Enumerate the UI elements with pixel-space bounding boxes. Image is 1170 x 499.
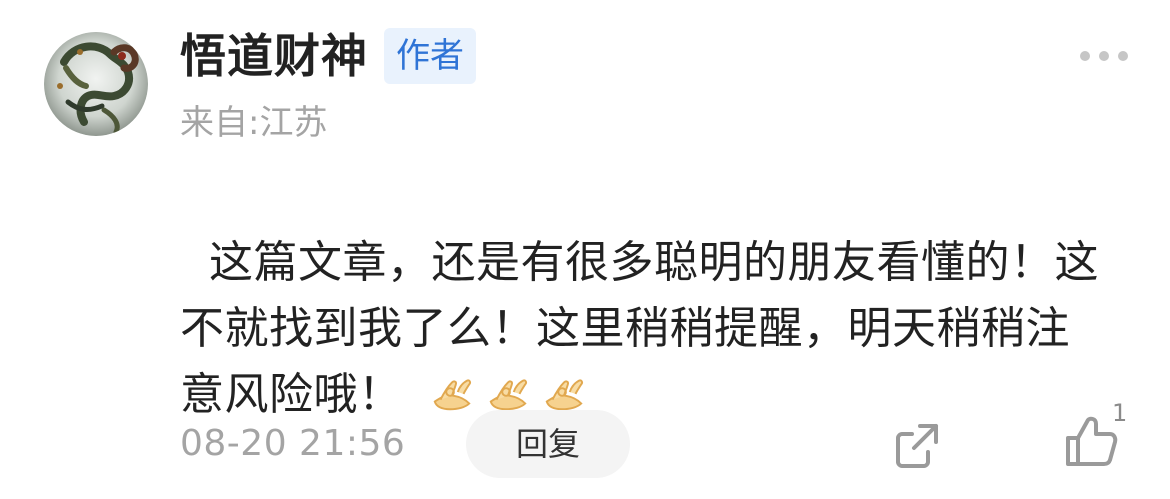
ok-hand-emoji xyxy=(545,379,583,411)
ok-hand-emoji xyxy=(489,379,527,411)
more-dots-icon xyxy=(1099,51,1109,61)
comment-text: 这篇文章，还是有很多聪明的朋友看懂的！这不就找到我了么！这里稍稍提醒，明天稍稍注… xyxy=(180,164,1110,428)
share-icon xyxy=(896,424,938,468)
username[interactable]: 悟道财神 xyxy=(180,26,368,86)
avatar[interactable] xyxy=(44,32,148,136)
share-button[interactable] xyxy=(890,418,944,472)
comment-timestamp: 08-20 21:56 xyxy=(180,423,406,464)
ok-hand-emoji xyxy=(433,379,471,411)
author-badge: 作者 xyxy=(384,28,476,84)
location-label: 来自:江苏 xyxy=(180,103,328,143)
more-dots-icon xyxy=(1118,51,1128,61)
emoji-group xyxy=(429,369,587,415)
like-button[interactable] xyxy=(1060,412,1120,472)
comment-body: 这篇文章，还是有很多聪明的朋友看懂的！这不就找到我了么！这里稍稍提醒，明天稍稍注… xyxy=(180,237,1099,420)
more-dots-icon xyxy=(1080,51,1090,61)
reply-button[interactable]: 回复 xyxy=(466,410,630,478)
like-count: 1 xyxy=(1112,399,1128,427)
dragon-avatar-image xyxy=(44,32,148,136)
comment-header: 悟道财神 作者 xyxy=(180,26,476,86)
more-button[interactable] xyxy=(1080,46,1128,66)
thumbs-up-icon xyxy=(1066,416,1118,466)
